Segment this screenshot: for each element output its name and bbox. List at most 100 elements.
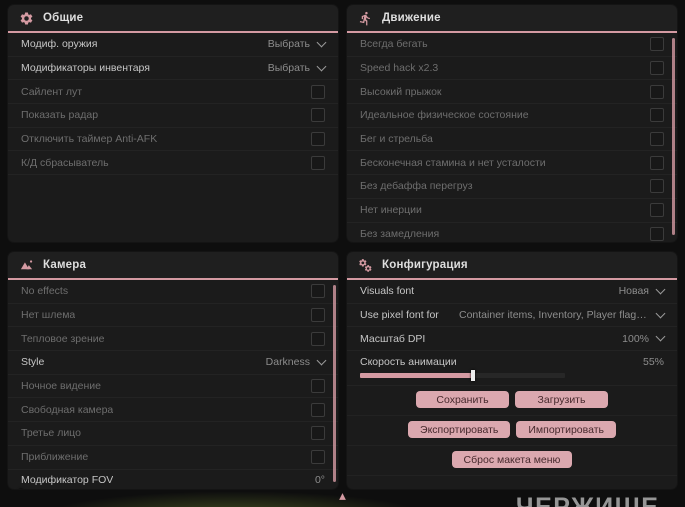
export-button[interactable]: Экспортировать	[408, 421, 511, 439]
setting-label: Без дебаффа перегруз	[360, 180, 473, 193]
chevron-down-icon	[316, 37, 327, 48]
setting-label: Всегда бегать	[360, 38, 428, 51]
setting-label: Идеальное физическое состояние	[360, 109, 529, 122]
no-inertia-checkbox[interactable]	[650, 203, 664, 218]
setting-row-visuals-font: Visuals font Новая	[347, 280, 677, 304]
infinite-stamina-checkbox[interactable]	[650, 155, 664, 170]
panel-title: Общие	[43, 12, 84, 24]
panel-config-header: Конфигурация	[347, 252, 677, 280]
double-gear-icon	[358, 258, 373, 273]
setting-row-weapon-mod: Модиф. оружия Выбрать	[8, 33, 338, 57]
no-overload-debuff-checkbox[interactable]	[650, 179, 664, 194]
visuals-font-dropdown[interactable]: Новая	[618, 284, 666, 298]
setting-row-high-jump: Высокий прыжок	[347, 80, 677, 105]
fov-modifier-slider-thumb[interactable]	[19, 488, 23, 489]
setting-label: Скорость анимации	[360, 355, 457, 368]
setting-row-third-person: Третье лицо	[8, 422, 338, 446]
panel-general-rows: Модиф. оружия Выбрать Модификаторы инвента…	[8, 33, 338, 176]
setting-row-always-run: Всегда бегать	[347, 33, 677, 57]
mountains-icon	[19, 258, 34, 273]
setting-label: Сайлент лут	[21, 85, 83, 98]
pixel-font-scope-dropdown[interactable]: Container items, Inventory, Player flags…	[459, 308, 666, 322]
chevron-down-icon	[655, 284, 666, 295]
setting-label: Свободная камера	[21, 403, 114, 416]
hidden-panel-icon	[338, 492, 347, 501]
setting-row-no-inertia: Нет инерции	[347, 199, 677, 223]
no-slowdown-checkbox[interactable]	[650, 226, 664, 241]
runner-icon	[358, 11, 373, 26]
panel-movement: Движение Всегда бегать Speed hack x2.3 Выс…	[347, 5, 677, 242]
dpi-scale-dropdown[interactable]: 100%	[622, 331, 666, 345]
panel-general-header: Общие	[8, 5, 338, 33]
zoom-checkbox[interactable]	[311, 450, 325, 465]
setting-label: Visuals font	[360, 285, 415, 298]
load-button[interactable]: Загрузить	[515, 391, 608, 409]
setting-label: Нет шлема	[21, 309, 76, 322]
save-button[interactable]: Сохранить	[416, 391, 509, 409]
setting-label: Модиф. оружия	[21, 38, 98, 51]
panel-title: Камера	[43, 259, 87, 271]
setting-row-speed-hack: Speed hack x2.3	[347, 57, 677, 81]
setting-label: К/Д сбрасыватель	[21, 156, 109, 169]
always-run-checkbox[interactable]	[650, 37, 664, 52]
setting-label: Отключить таймер Anti-AFK	[21, 133, 158, 146]
setting-row-pixel-font-scope: Use pixel font for Container items, Inven…	[347, 304, 677, 328]
anti-afk-timer-checkbox[interactable]	[311, 132, 325, 147]
high-jump-checkbox[interactable]	[650, 84, 664, 99]
camera-scrollbar[interactable]	[333, 285, 336, 482]
no-helmet-checkbox[interactable]	[311, 308, 325, 323]
setting-label: Модификаторы инвентаря	[21, 62, 150, 75]
animation-speed-slider-track[interactable]	[360, 370, 565, 382]
chevron-down-icon	[655, 331, 666, 342]
setting-row-no-helmet: Нет шлема	[8, 304, 338, 328]
chevron-down-icon	[316, 61, 327, 71]
setting-label: Use pixel font for	[360, 309, 439, 322]
panel-movement-rows: Всегда бегать Speed hack x2.3 Высокий прыж…	[347, 33, 677, 242]
setting-row-infinite-stamina: Бесконечная стамина и нет усталости	[347, 151, 677, 176]
visuals-font-dropdown-value: Новая	[618, 285, 649, 298]
setting-label: Тепловое зрение	[21, 332, 105, 345]
show-radar-checkbox[interactable]	[311, 108, 325, 123]
config-button-row: Сброс макета меню	[347, 446, 677, 477]
setting-label: Speed hack x2.3	[360, 62, 439, 75]
weapon-mod-dropdown[interactable]: Выбрать	[267, 37, 327, 51]
setting-row-style: Style Darkness	[8, 351, 338, 375]
run-and-shoot-checkbox[interactable]	[650, 132, 664, 147]
style-dropdown[interactable]: Darkness	[266, 355, 327, 368]
setting-label: Бесконечная стамина и нет усталости	[360, 156, 546, 169]
perfect-physical-condition-checkbox[interactable]	[650, 108, 664, 123]
no-effects-checkbox[interactable]	[311, 284, 325, 299]
import-button[interactable]: Импортировать	[516, 421, 616, 439]
setting-row-fov-modifier: Модификатор FOV 0°	[8, 470, 338, 489]
third-person-checkbox[interactable]	[311, 426, 325, 441]
setting-label: Без замедления	[360, 227, 440, 240]
setting-label: Ночное видение	[21, 380, 101, 393]
speed-hack-checkbox[interactable]	[650, 61, 664, 76]
inventory-mods-dropdown-value: Выбрать	[267, 62, 310, 75]
setting-row-cooldown-reset: К/Д сбрасыватель	[8, 151, 338, 176]
reset-menu-layout-button[interactable]: Сброс макета меню	[451, 451, 573, 469]
panel-camera-header: Камера	[8, 252, 338, 280]
weapon-mod-dropdown-value: Выбрать	[267, 38, 310, 51]
panel-title: Конфигурация	[382, 259, 468, 271]
thermal-vision-checkbox[interactable]	[311, 331, 325, 346]
panel-config-rows: Visuals font Новая Use pixel font for Conta…	[347, 280, 677, 387]
config-buttons: Сохранить Загрузить Экспортировать Импортир…	[347, 386, 677, 477]
animation-speed-slider-thumb[interactable]	[470, 370, 475, 382]
movement-scrollbar[interactable]	[672, 38, 675, 235]
setting-row-run-and-shoot: Бег и стрельба	[347, 128, 677, 152]
setting-row-no-overload-debuff: Без дебаффа перегруз	[347, 175, 677, 199]
panel-movement-header: Движение	[347, 5, 677, 33]
inventory-mods-dropdown[interactable]: Выбрать	[267, 61, 327, 75]
fov-modifier-value: 0°	[314, 474, 325, 486]
cooldown-reset-checkbox[interactable]	[311, 155, 325, 170]
panel-title: Движение	[382, 12, 441, 24]
silent-loot-checkbox[interactable]	[311, 84, 325, 99]
pixel-font-scope-dropdown-value: Container items, Inventory, Player flags…	[459, 309, 649, 322]
setting-row-perfect-physical-condition: Идеальное физическое состояние	[347, 104, 677, 128]
free-camera-checkbox[interactable]	[311, 402, 325, 417]
chevron-down-icon	[655, 308, 666, 318]
setting-row-no-effects: No effects	[8, 280, 338, 304]
chevron-down-icon	[316, 355, 327, 366]
night-vision-checkbox[interactable]	[311, 379, 325, 394]
